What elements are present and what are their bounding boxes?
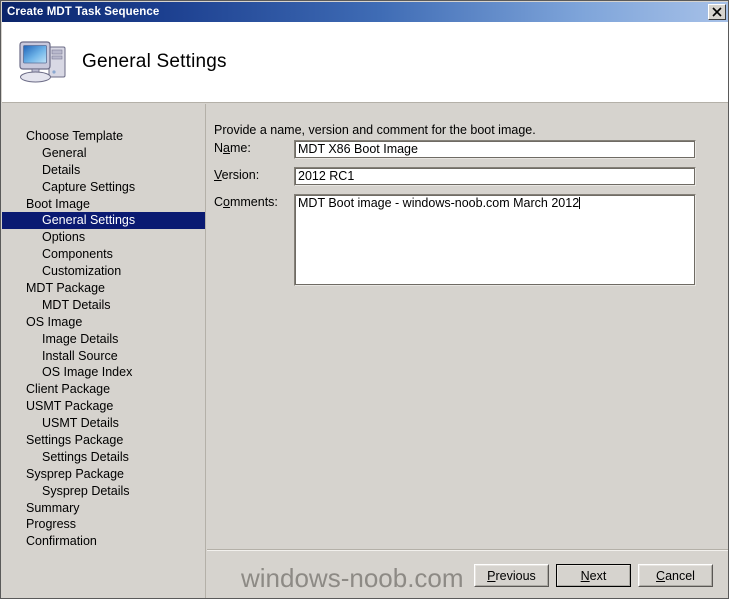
- instruction-text: Provide a name, version and comment for …: [214, 123, 536, 137]
- sidebar-item-options[interactable]: Options: [2, 229, 205, 246]
- sidebar-item-choose-template[interactable]: Choose Template: [2, 128, 205, 145]
- title-bar: Create MDT Task Sequence: [2, 2, 728, 22]
- sidebar-item-os-image-index[interactable]: OS Image Index: [2, 364, 205, 381]
- sidebar-item-settings-details[interactable]: Settings Details: [2, 449, 205, 466]
- sidebar-item-sysprep-details[interactable]: Sysprep Details: [2, 483, 205, 500]
- name-label: Name:: [214, 141, 251, 155]
- cancel-button[interactable]: Cancel: [638, 564, 713, 587]
- sidebar-item-confirmation[interactable]: Confirmation: [2, 533, 205, 550]
- version-input[interactable]: 2012 RC1: [294, 167, 696, 186]
- previous-button[interactable]: Previous: [474, 564, 549, 587]
- previous-button-inner: Previous: [475, 565, 548, 586]
- sidebar-item-customization[interactable]: Customization: [2, 263, 205, 280]
- next-button-inner: Next: [557, 565, 630, 586]
- sidebar-item-usmt-package[interactable]: USMT Package: [2, 398, 205, 415]
- sidebar-item-details[interactable]: Details: [2, 162, 205, 179]
- comments-textarea[interactable]: MDT Boot image - windows-noob.com March …: [294, 194, 696, 286]
- close-icon[interactable]: [708, 4, 726, 20]
- computer-monitor-icon: [19, 41, 66, 83]
- sidebar-item-progress[interactable]: Progress: [2, 516, 205, 533]
- sidebar-item-sysprep-package[interactable]: Sysprep Package: [2, 466, 205, 483]
- wizard-step-list: Choose Template General Details Capture Set…: [2, 104, 206, 598]
- sidebar-item-os-image[interactable]: OS Image: [2, 314, 205, 331]
- sidebar-item-summary[interactable]: Summary: [2, 500, 205, 517]
- sidebar-item-mdt-package[interactable]: MDT Package: [2, 280, 205, 297]
- comments-value: MDT Boot image - windows-noob.com March …: [298, 196, 580, 210]
- sidebar-item-components[interactable]: Components: [2, 246, 205, 263]
- previous-button-label: Previous: [487, 568, 536, 583]
- cancel-button-label: Cancel: [656, 568, 695, 583]
- content-panel: Provide a name, version and comment for …: [207, 104, 728, 598]
- sidebar-item-capture-settings[interactable]: Capture Settings: [2, 179, 205, 196]
- text-caret: [579, 197, 581, 209]
- dialog-body: Choose Template General Details Capture Set…: [2, 104, 728, 598]
- sidebar-item-general-settings[interactable]: General Settings: [2, 212, 205, 230]
- window-title: Create MDT Task Sequence: [7, 6, 160, 18]
- next-button[interactable]: Next: [556, 564, 631, 587]
- sidebar-item-client-package[interactable]: Client Package: [2, 381, 205, 398]
- dialog-header: General Settings: [2, 22, 728, 103]
- footer-button-bar: Previous Next Cancel: [207, 551, 728, 598]
- cancel-button-inner: Cancel: [639, 565, 712, 586]
- dialog-window: Create MDT Task Sequence General Setting…: [0, 0, 729, 599]
- sidebar-item-general[interactable]: General: [2, 145, 205, 162]
- sidebar-item-mdt-details[interactable]: MDT Details: [2, 297, 205, 314]
- sidebar-item-settings-package[interactable]: Settings Package: [2, 432, 205, 449]
- sidebar-item-image-details[interactable]: Image Details: [2, 331, 205, 348]
- page-title: General Settings: [82, 51, 227, 72]
- version-label: Version:: [214, 168, 260, 182]
- next-button-label: Next: [580, 568, 607, 583]
- sidebar-item-boot-image[interactable]: Boot Image: [2, 196, 205, 213]
- comments-label: Comments:: [214, 195, 278, 209]
- sidebar-item-usmt-details[interactable]: USMT Details: [2, 415, 205, 432]
- sidebar-item-install-source[interactable]: Install Source: [2, 348, 205, 365]
- name-input[interactable]: MDT X86 Boot Image: [294, 140, 696, 159]
